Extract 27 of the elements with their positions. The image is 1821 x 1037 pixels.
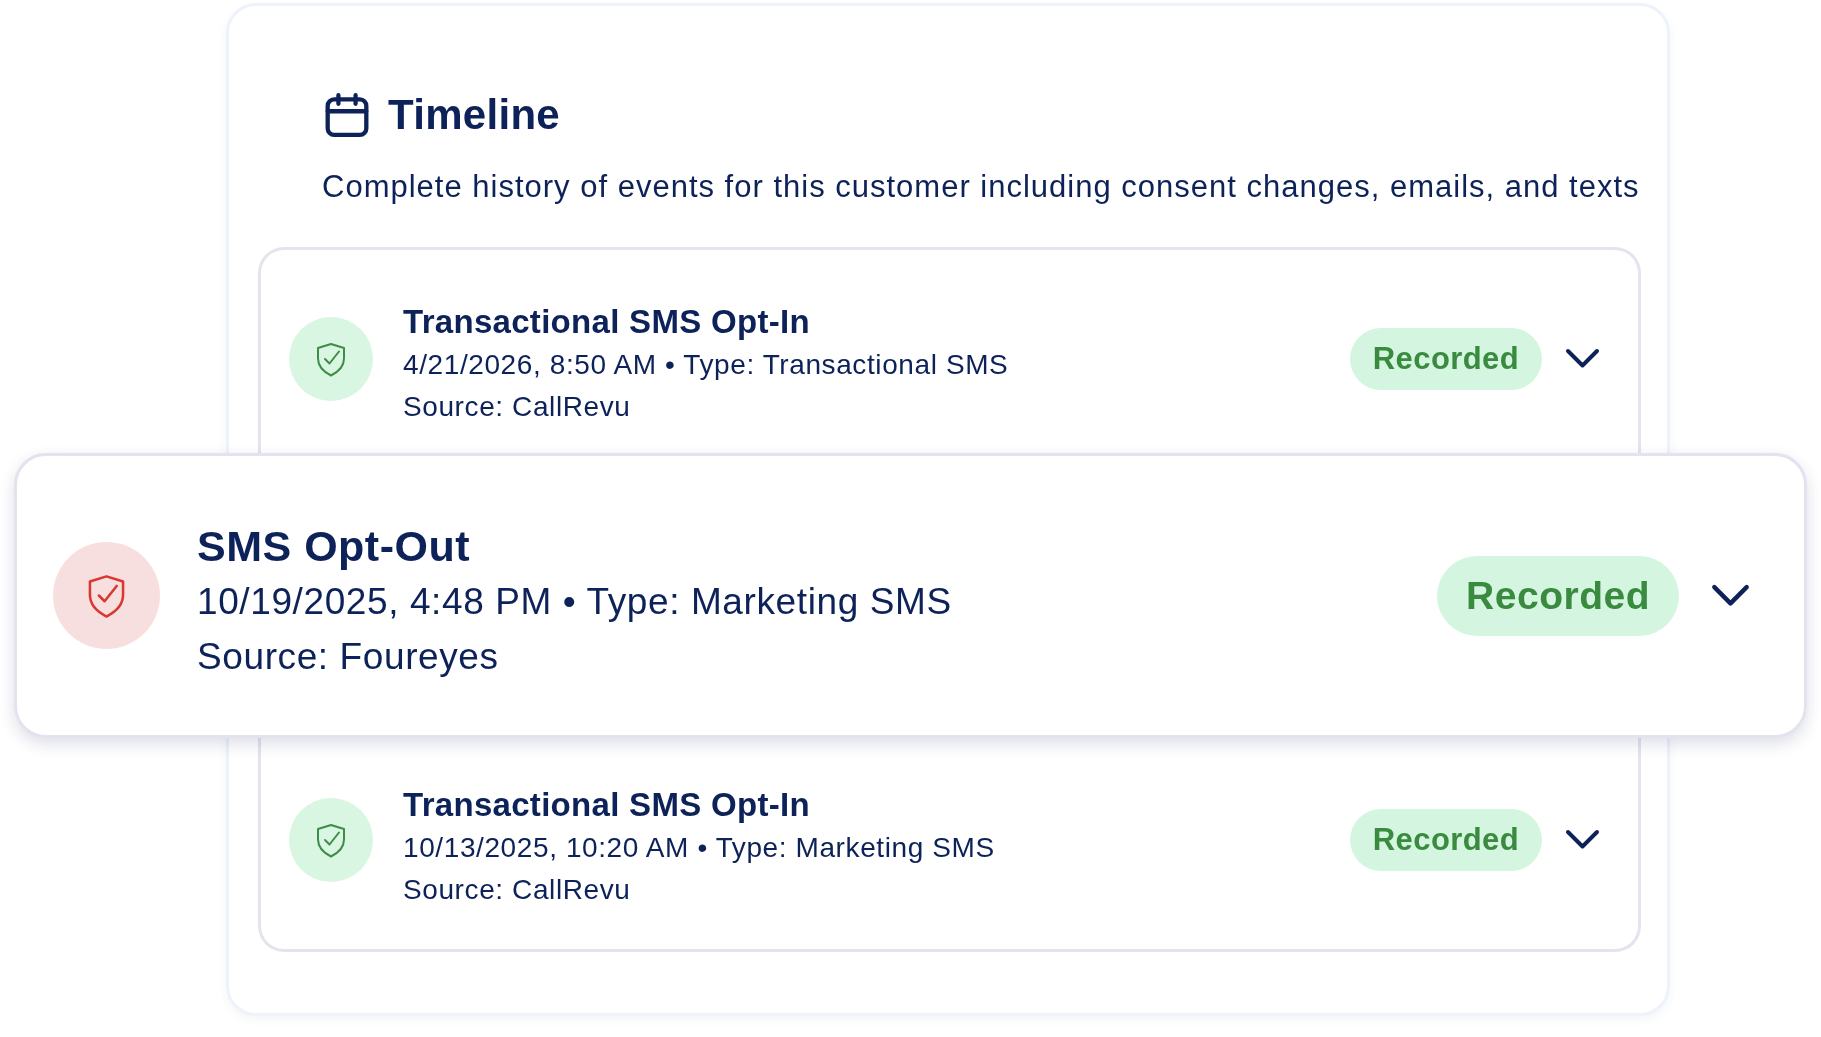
chevron-down-icon [1565, 829, 1600, 850]
chevron-down-icon [1565, 348, 1600, 369]
event-source: Source: CallRevu [403, 872, 631, 907]
shield-check-icon [289, 797, 373, 882]
panel-title: Timeline [388, 93, 561, 137]
expand-button[interactable] [1565, 829, 1600, 850]
event-details: 4/21/2026, 8:50 AM • Type: Transactional SMS [403, 347, 1009, 382]
shield-check-icon [289, 316, 373, 401]
status-badge: Recorded [1349, 808, 1542, 871]
event-title: Transactional SMS Opt-In [403, 301, 810, 342]
event-title: SMS Opt-Out [197, 520, 470, 572]
status-badge: Recorded [1437, 555, 1679, 636]
event-card[interactable]: SMS Opt-Out 10/19/2025, 4:48 PM • Type: Marketing SMS Source: Foureyes Recorded [14, 453, 1807, 738]
event-details: 10/19/2025, 4:48 PM • Type: Marketing SMS [197, 579, 952, 624]
shield-check-icon [53, 542, 160, 649]
event-card[interactable]: Transactional SMS Opt-In 10/13/2025, 10:20 AM • Type: Marketing SMS Source: CallRevu Recorded [258, 738, 1641, 952]
status-badge: Recorded [1349, 327, 1542, 390]
calendar-icon [325, 93, 369, 137]
event-source: Source: Foureyes [197, 634, 499, 679]
event-details: 10/13/2025, 10:20 AM • Type: Marketing SMS [403, 830, 995, 865]
event-title: Transactional SMS Opt-In [403, 784, 810, 825]
event-card[interactable]: Transactional SMS Opt-In 4/21/2026, 8:50 AM • Type: Transactional SMS Source: CallRevu Recorded [258, 247, 1641, 453]
expand-button[interactable] [1565, 348, 1600, 369]
event-source: Source: CallRevu [403, 389, 631, 424]
panel-subtitle: Complete history of events for this customer including consent changes, emails, and texts [322, 169, 1640, 205]
chevron-down-icon [1711, 582, 1750, 609]
expand-button[interactable] [1711, 582, 1750, 609]
